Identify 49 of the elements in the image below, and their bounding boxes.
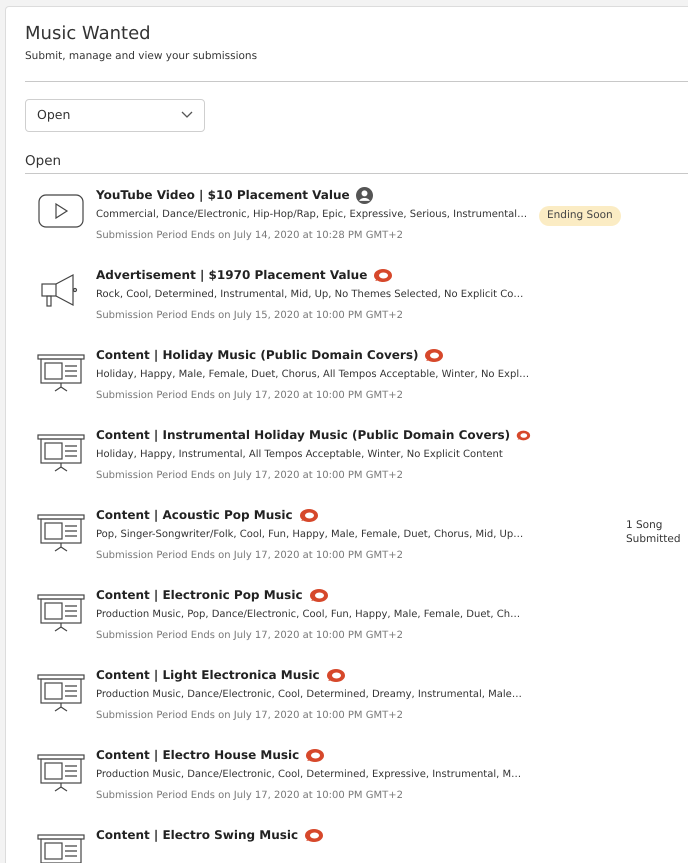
status-pill: Ending Soon: [539, 206, 621, 226]
deadline-text: Submission Period Ends on July 14, 2020 at 10:28 PM GMT+2: [96, 229, 404, 243]
user-icon: [356, 186, 373, 204]
request-title[interactable]: Content | Holiday Music (Public Domain Covers): [96, 346, 418, 364]
deadline-text: Submission Period Ends on July 17, 2020 at 10:00 PM GMT+2: [96, 389, 404, 403]
presentation-board-icon: [36, 354, 84, 392]
tag-list: Production Music, Dance/Electronic, Cool, Determined, Expressive, Instrumental, M…: [96, 767, 531, 782]
tag-list: Production Music, Dance/Electronic, Cool, Determined, Dreamy, Instrumental, Male…: [96, 687, 531, 702]
chevron-down-icon: [181, 111, 193, 120]
tag-list: Commercial, Dance/Electronic, Hip-Hop/Rap, Epic, Expressive, Serious, Instrumental…: [96, 207, 531, 222]
presentation-board-icon: [36, 674, 84, 712]
swirl-icon: [304, 828, 324, 842]
swirl-icon: [516, 428, 531, 442]
request-title[interactable]: Content | Electronic Pop Music: [96, 586, 303, 604]
request-title[interactable]: Content | Instrumental Holiday Music (Public Domain Covers): [96, 426, 510, 444]
presentation-board-icon: [36, 594, 84, 632]
deadline-text: Submission Period Ends on July 17, 2020 at 10:00 PM GMT+2: [96, 629, 404, 643]
presentation-board-icon: [36, 834, 84, 863]
swirl-icon: [298, 508, 319, 522]
swirl-icon: [305, 748, 326, 762]
deadline-text: Submission Period Ends on July 17, 2020 at 10:00 PM GMT+2: [96, 709, 404, 723]
request-title[interactable]: Advertisement | $1970 Placement Value: [96, 266, 368, 284]
tag-list: Holiday, Happy, Instrumental, All Tempos Acceptable, Winter, No Explicit Content: [96, 447, 531, 462]
page-subtitle: Submit, manage and view your submissions: [25, 49, 258, 64]
request-title[interactable]: Content | Acoustic Pop Music: [96, 506, 293, 524]
tag-list: Rock, Cool, Determined, Instrumental, Mid, Up, No Themes Selected, No Explicit Co…: [96, 287, 531, 302]
status-dropdown[interactable]: Open: [25, 98, 205, 132]
deadline-text: Submission Period Ends on July 15, 2020 at 10:00 PM GMT+2: [96, 309, 404, 323]
request-title[interactable]: Content | Electro House Music: [96, 746, 300, 764]
swirl-icon: [308, 588, 329, 602]
section-heading: Open: [25, 152, 62, 171]
swirl-icon: [373, 268, 394, 282]
deadline-text: Submission Period Ends on July 17, 2020 at 10:00 PM GMT+2: [96, 789, 404, 803]
presentation-board-icon: [36, 434, 84, 472]
swirl-icon: [326, 668, 346, 682]
page-title: Music Wanted: [25, 22, 152, 46]
deadline-text: Submission Period Ends on July 17, 2020 at 10:00 PM GMT+2: [96, 549, 404, 563]
request-title[interactable]: Content | Electro Swing Music: [96, 826, 298, 844]
tag-list: Holiday, Happy, Male, Female, Duet, Chorus, All Tempos Acceptable, Winter, No Expl…: [96, 367, 531, 382]
submission-count: 1 Song Submitted: [626, 518, 682, 546]
tag-list: Pop, Singer-Songwriter/Folk, Cool, Fun, Happy, Male, Female, Duet, Chorus, Mid, Up…: [96, 527, 531, 542]
request-title[interactable]: YouTube Video | $10 Placement Value: [96, 186, 350, 204]
deadline-text: Submission Period Ends on July 17, 2020 at 10:00 PM GMT+2: [96, 469, 404, 483]
presentation-board-icon: [36, 754, 84, 792]
presentation-board-icon: [36, 514, 84, 552]
play-icon: [38, 194, 84, 228]
tag-list: Production Music, Pop, Dance/Electronic, Cool, Fun, Happy, Male, Female, Duet, Ch…: [96, 607, 531, 622]
request-title[interactable]: Content | Light Electronica Music: [96, 666, 320, 684]
swirl-icon: [424, 348, 444, 362]
